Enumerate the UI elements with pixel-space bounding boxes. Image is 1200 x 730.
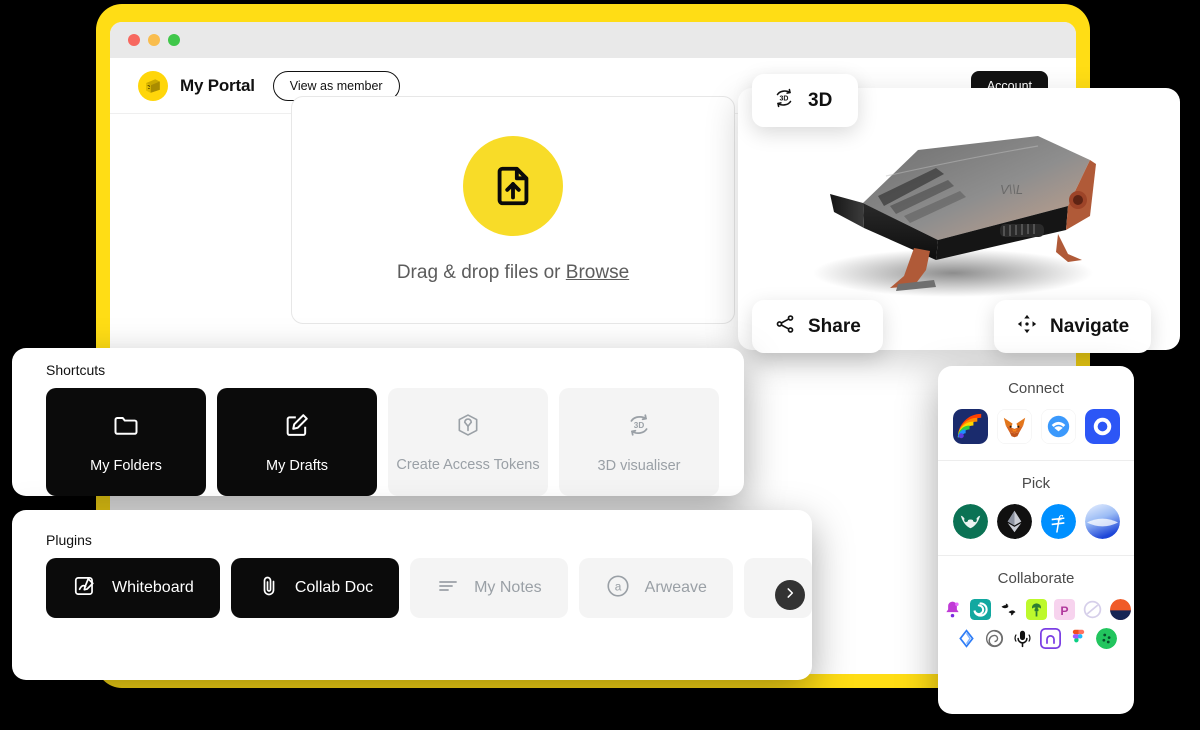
plugin-label: Whiteboard — [112, 579, 194, 596]
svg-text:a: a — [614, 579, 621, 593]
close-window-button[interactable] — [128, 34, 140, 46]
svg-text:V\\L: V\\L — [1000, 182, 1023, 197]
ethereum-icon[interactable] — [996, 504, 1032, 539]
share-button[interactable]: Share — [752, 300, 883, 353]
shortcut-label: Create Access Tokens — [396, 456, 540, 473]
purple-bell-icon[interactable] — [942, 599, 963, 620]
rainbow-wallet-icon[interactable] — [952, 409, 988, 444]
pick-chain-list: f — [950, 504, 1122, 539]
svg-text:3D: 3D — [780, 96, 789, 103]
shortcut-label: My Folders — [90, 457, 162, 474]
plugin-label: Arweave — [644, 579, 707, 596]
file-upload-icon — [463, 136, 563, 236]
openai-spiral-icon[interactable] — [984, 628, 1005, 649]
rotate-3d-icon: 3D — [625, 411, 653, 444]
shortcuts-card: Shortcuts My Folders My Drafts Create Ac… — [12, 348, 744, 496]
plugin-whiteboard[interactable]: Whiteboard — [46, 558, 220, 618]
lime-tree-icon[interactable] — [1025, 599, 1047, 620]
dropzone-label: Drag & drop files or Browse — [397, 262, 629, 284]
plugin-label: My Notes — [474, 579, 542, 596]
plugin-collab-doc[interactable]: Collab Doc — [230, 558, 400, 618]
collaborate-row-2 — [956, 628, 1117, 649]
plugins-card: Plugins Whiteboard Collab Doc My Notes a… — [12, 510, 812, 680]
plugin-arweave[interactable]: a Arweave — [578, 558, 733, 618]
shortcut-label: 3D visualiser — [597, 457, 681, 474]
screenshot-root: My Portal View as member Account Drag & … — [0, 0, 1200, 730]
page-title: My Portal — [180, 75, 255, 95]
chevron-right-icon — [783, 586, 797, 605]
svg-text:P: P — [1060, 604, 1068, 618]
collaborate-row-1: P — [942, 599, 1131, 620]
share-nodes-icon — [774, 313, 796, 340]
svg-text:3D: 3D — [634, 420, 645, 429]
coinbase-wallet-icon[interactable] — [1084, 409, 1120, 444]
browse-link[interactable]: Browse — [566, 262, 629, 283]
figma-icon[interactable] — [1068, 628, 1089, 649]
shortcut-label: My Drafts — [265, 457, 329, 474]
connect-wallet-list — [950, 409, 1122, 444]
pen-square-icon — [72, 573, 98, 604]
integrations-panel: Connect Pick f Collaborate P — [938, 366, 1134, 714]
text-lines-icon — [436, 574, 460, 603]
pick-section: Pick f — [938, 460, 1134, 555]
collaborate-section: Collaborate P — [938, 555, 1134, 665]
window-titlebar — [110, 22, 1076, 58]
plugins-list: Whiteboard Collab Doc My Notes a Arweave — [46, 558, 812, 618]
shortcuts-list: My Folders My Drafts Create Access Token… — [46, 388, 722, 496]
arweave-a-icon: a — [605, 573, 631, 604]
shortcut-my-folders[interactable]: My Folders — [46, 388, 206, 496]
metamask-fox-icon[interactable] — [996, 409, 1032, 444]
owl-green-icon[interactable] — [952, 504, 988, 539]
teal-spiral-icon[interactable] — [969, 599, 991, 620]
3d-box-face-logo-icon — [138, 70, 168, 101]
collaborate-title: Collaborate — [997, 570, 1075, 587]
minimize-window-button[interactable] — [148, 34, 160, 46]
gradient-sphere-icon[interactable] — [1084, 504, 1120, 539]
maximize-window-button[interactable] — [168, 34, 180, 46]
microphone-icon[interactable] — [1012, 628, 1033, 649]
navigate-label: Navigate — [1050, 315, 1130, 337]
shortcut-create-access-tokens[interactable]: Create Access Tokens — [388, 388, 548, 496]
pink-p-icon[interactable]: P — [1053, 599, 1075, 620]
edit-square-icon — [283, 411, 311, 444]
plugin-my-notes[interactable]: My Notes — [410, 558, 568, 618]
shortcut-my-drafts[interactable]: My Drafts — [217, 388, 377, 496]
green-dots-icon[interactable] — [1095, 628, 1117, 649]
3d-badge-label: 3D — [808, 89, 833, 111]
filecoin-icon[interactable]: f — [1040, 504, 1076, 539]
plugins-next-button[interactable] — [775, 580, 805, 610]
purple-arch-icon[interactable] — [1039, 628, 1061, 649]
orange-navy-circle-icon[interactable] — [1109, 599, 1131, 620]
plugin-label: Collab Doc — [294, 579, 374, 596]
file-dropzone[interactable]: Drag & drop files or Browse — [291, 96, 735, 324]
navigate-button[interactable]: Navigate — [994, 300, 1152, 353]
share-label: Share — [808, 315, 861, 337]
plugins-title: Plugins — [46, 532, 92, 548]
connect-title: Connect — [1008, 380, 1064, 397]
token-cube-icon — [455, 412, 481, 443]
shortcut-3d-visualiser[interactable]: 3D 3D visualiser — [559, 388, 719, 496]
shortcuts-title: Shortcuts — [46, 362, 106, 378]
paperclip-icon — [257, 574, 281, 603]
faded-circle-slash-icon[interactable] — [1082, 599, 1103, 620]
pick-title: Pick — [1021, 475, 1051, 492]
black-glyph-icon[interactable] — [998, 599, 1019, 620]
blue-diamond-icon[interactable] — [956, 628, 977, 649]
brand: My Portal — [138, 70, 255, 101]
dropzone-text: Drag & drop files or — [396, 262, 566, 283]
3d-mode-badge[interactable]: 3D 3D — [752, 74, 859, 127]
move-arrows-icon — [1016, 313, 1038, 340]
walletconnect-icon[interactable] — [1040, 409, 1076, 444]
folder-icon — [112, 411, 140, 444]
rotate-3d-icon: 3D — [772, 86, 796, 115]
collaborate-app-list: P — [945, 599, 1131, 649]
connect-section: Connect — [938, 366, 1134, 460]
